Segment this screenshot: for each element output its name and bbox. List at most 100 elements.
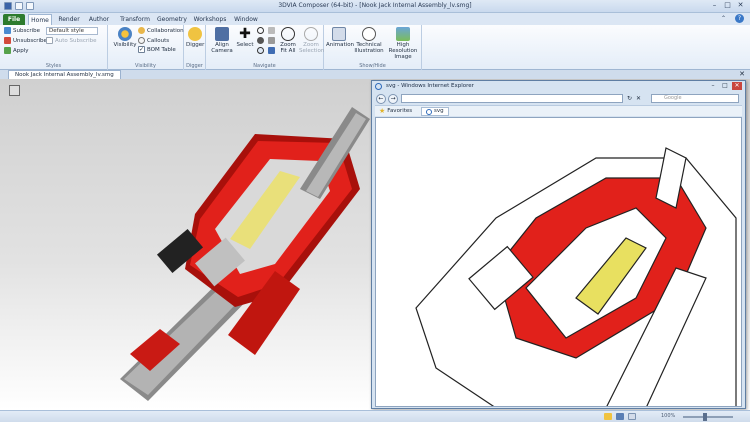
- animation-label: Animation: [326, 42, 355, 48]
- ie-tab[interactable]: svg: [421, 107, 449, 116]
- tab-workshops[interactable]: Workshops: [192, 14, 228, 25]
- select-button[interactable]: ✚ Select: [236, 27, 254, 48]
- high-resolution-image-button[interactable]: High Resolution Image: [386, 27, 420, 60]
- maximize-button[interactable]: □: [722, 1, 733, 10]
- status-grid-icon[interactable]: [616, 413, 624, 420]
- favorites-bar: ★ Favorites svg: [375, 105, 742, 116]
- showhide-group-label: Show/Hide: [359, 63, 386, 69]
- close-button[interactable]: ✕: [735, 1, 746, 10]
- align-camera-button[interactable]: Align Camera: [210, 27, 234, 54]
- title-bar: 3DVIA Composer (64-bit) - [Nook Jack Int…: [0, 0, 750, 13]
- animation-icon: [332, 27, 346, 41]
- help-icon[interactable]: ?: [735, 14, 744, 23]
- tab-render[interactable]: Render: [56, 14, 82, 25]
- tab-author[interactable]: Author: [86, 14, 112, 25]
- ie-logo-icon: [375, 83, 382, 90]
- window-title: 3DVIA Composer (64-bit) - [Nook Jack Int…: [278, 2, 472, 9]
- ie-title-text: svg - Windows Internet Explorer: [386, 83, 474, 89]
- tab-transform[interactable]: Transform: [117, 14, 153, 25]
- callouts-toggle[interactable]: Callouts: [138, 37, 169, 44]
- ie-maximize-button[interactable]: □: [720, 82, 730, 90]
- zoom-slider[interactable]: [683, 416, 733, 418]
- favorites-button[interactable]: ★ Favorites: [379, 107, 412, 116]
- apply-button[interactable]: Apply: [4, 47, 29, 54]
- visibility-icon: [118, 27, 132, 41]
- subscribe-button[interactable]: Subscribe: [4, 27, 40, 34]
- ie-close-button[interactable]: ✕: [732, 82, 742, 90]
- status-light-icon[interactable]: [604, 413, 612, 420]
- tab-window[interactable]: Window: [232, 14, 260, 25]
- visibility-group-label: Visibility: [135, 63, 156, 69]
- technical-illustration-icon: [362, 27, 376, 41]
- ie-window: svg - Windows Internet Explorer – □ ✕ ← …: [371, 80, 746, 409]
- app-window: 3DVIA Composer (64-bit) - [Nook Jack Int…: [0, 0, 750, 422]
- document-tabs: Nook Jack Internal Assembly_lv.smg ✕: [0, 70, 750, 79]
- search-input[interactable]: Google: [651, 94, 739, 103]
- collapse-ribbon-icon[interactable]: ⌃: [721, 15, 726, 22]
- select-cross-icon: ✚: [239, 26, 251, 42]
- zoom-fit-all-button[interactable]: Zoom Fit All: [278, 27, 298, 54]
- close-document-icon[interactable]: ✕: [739, 70, 745, 78]
- rotate-icon[interactable]: [257, 27, 264, 34]
- apply-label: Apply: [13, 47, 29, 54]
- zoom-slider-knob[interactable]: [703, 413, 707, 421]
- auto-subscribe-checkbox[interactable]: Auto Subscribe: [46, 37, 97, 44]
- align-camera-label: Align Camera: [211, 42, 233, 54]
- visibility-group: Visibility Collaboration Callouts ✓ BOM T…: [108, 25, 184, 70]
- subscribe-label: Subscribe: [13, 27, 41, 34]
- zoom-selection-icon: [304, 27, 318, 41]
- ie-minimize-button[interactable]: –: [708, 82, 718, 90]
- status-view-icon[interactable]: [628, 413, 636, 420]
- animation-button[interactable]: Animation: [326, 27, 355, 48]
- star-icon: ★: [379, 107, 386, 115]
- zoom-fit-all-icon: [281, 27, 295, 41]
- callouts-label: Callouts: [147, 37, 170, 44]
- technical-illustration-button[interactable]: Technical Illustration: [354, 27, 384, 54]
- bom-table-label: BOM Table: [147, 46, 176, 53]
- back-button[interactable]: ←: [376, 94, 386, 104]
- visibility-button[interactable]: Visibility: [112, 27, 138, 48]
- subscribe-icon: [4, 27, 11, 34]
- status-bar: 100%: [0, 410, 750, 422]
- stop-icon[interactable]: ✕: [635, 95, 642, 102]
- unsubscribe-button[interactable]: Unsubscribe: [4, 37, 47, 44]
- svg-document-view[interactable]: [375, 117, 742, 407]
- visibility-label: Visibility: [113, 42, 137, 48]
- ribbon-tabs: File Home Render Author Transform Geomet…: [0, 13, 750, 25]
- technical-illustration: [415, 147, 737, 406]
- screw-jack-cutaway-render: [120, 107, 370, 401]
- styles-group: Subscribe Unsubscribe Apply Default styl…: [0, 25, 108, 70]
- refresh-icon[interactable]: ↻: [626, 95, 633, 102]
- zoom-icon[interactable]: [257, 47, 264, 54]
- style-combo[interactable]: Default style: [46, 27, 98, 35]
- view-front-icon[interactable]: [268, 27, 275, 34]
- bom-table-checkbox[interactable]: ✓ BOM Table: [138, 46, 176, 53]
- view-iso-icon[interactable]: [268, 47, 275, 54]
- ribbon: Subscribe Unsubscribe Apply Default styl…: [0, 25, 750, 70]
- viewport-3d[interactable]: svg - Windows Internet Explorer – □ ✕ ← …: [0, 79, 750, 410]
- tab-geometry[interactable]: Geometry: [156, 14, 188, 25]
- minimize-button[interactable]: –: [709, 1, 720, 10]
- address-bar[interactable]: [401, 94, 623, 103]
- collaboration-toggle[interactable]: Collaboration: [138, 27, 184, 34]
- ie-window-controls: – □ ✕: [708, 82, 742, 90]
- align-camera-icon: [215, 27, 229, 41]
- apply-icon: [4, 47, 11, 54]
- technical-illustration-label: Technical Illustration: [354, 42, 384, 54]
- ie-address-row: ← → ↻ ✕ Google: [375, 93, 742, 104]
- page-icon: [426, 108, 432, 115]
- checkbox-checked-icon: ✓: [138, 46, 145, 53]
- view-top-icon[interactable]: [268, 37, 275, 44]
- tab-file[interactable]: File: [3, 14, 25, 25]
- zoom-fit-all-label: Zoom Fit All: [280, 42, 296, 54]
- document-tab[interactable]: Nook Jack Internal Assembly_lv.smg: [8, 70, 121, 79]
- digger-button[interactable]: Digger: [186, 27, 204, 48]
- tab-home[interactable]: Home: [28, 14, 52, 25]
- pan-icon[interactable]: [257, 37, 264, 44]
- showhide-group: Animation Technical Illustration High Re…: [324, 25, 422, 70]
- zoom-level: 100%: [661, 413, 676, 419]
- forward-button[interactable]: →: [388, 94, 398, 104]
- zoom-selection-label: Zoom Selection: [299, 42, 325, 54]
- digger-label: Digger: [186, 42, 205, 48]
- zoom-selection-button[interactable]: Zoom Selection: [299, 27, 325, 54]
